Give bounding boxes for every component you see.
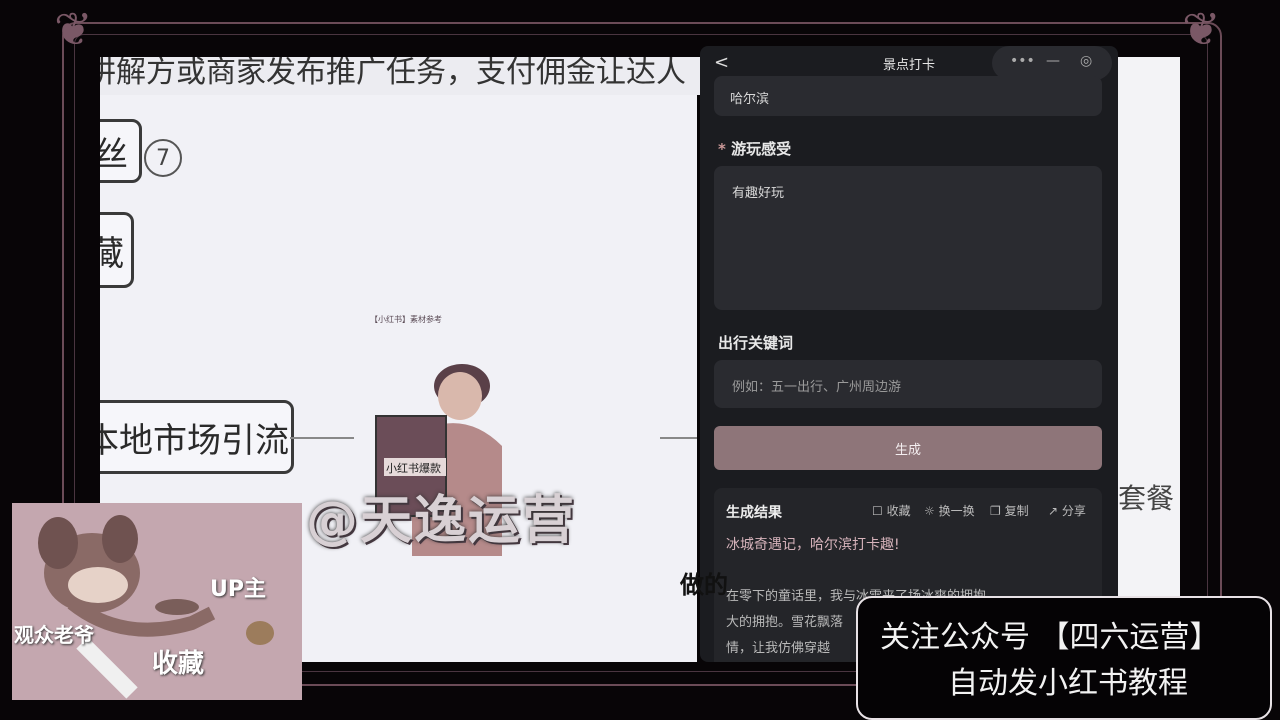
connector-line bbox=[290, 437, 354, 439]
generate-label: 生成 bbox=[894, 442, 921, 458]
frame-ornament-icon: ❦ bbox=[54, 2, 93, 56]
mini-program-window: < 景点打卡 ••• — ◎ 哈尔滨 * 游玩感受 有趣好玩 出行关键词 例如：… bbox=[700, 46, 1118, 662]
promo-line-2: 自动发小红书教程 bbox=[948, 666, 1188, 701]
keywords-label: 出行关键词 bbox=[718, 334, 794, 352]
feeling-label: 游玩感受 bbox=[731, 140, 792, 158]
subtitle-fragment: 做的 bbox=[680, 571, 728, 599]
channel-watermark: @天逸运营 bbox=[306, 491, 577, 551]
share-label: 分享 bbox=[1061, 504, 1086, 518]
node-label: 本地市场引流 bbox=[100, 420, 289, 461]
keywords-placeholder: 例如：五一出行、广州周边游 bbox=[732, 380, 902, 395]
city-field[interactable]: 哈尔滨 bbox=[714, 76, 1102, 116]
feeling-textarea[interactable]: 有趣好玩 bbox=[714, 166, 1102, 310]
mindmap-node-fans[interactable]: 丝 bbox=[100, 119, 142, 183]
result-title: 生成结果 bbox=[726, 505, 782, 521]
sticker-audience-label: 观众老爷 bbox=[14, 623, 94, 647]
frame-ornament-icon: ❦ bbox=[1182, 2, 1221, 56]
sticker-collect-label: 收藏 bbox=[152, 649, 205, 679]
favorite-button[interactable]: ☐ 收藏 bbox=[872, 502, 911, 519]
mindmap-right-edge: 套餐 bbox=[1118, 57, 1180, 662]
keywords-input[interactable]: 例如：五一出行、广州周边游 bbox=[714, 360, 1102, 408]
cartoon-sticker: UP主 观众老爷 收藏 bbox=[12, 503, 302, 700]
caption-text: 【小红书】素材参考 bbox=[370, 315, 442, 324]
minimize-icon[interactable]: — bbox=[1046, 53, 1060, 69]
top-node-text: 讲解方或商家发布推广任务，支付佣金让达人 bbox=[100, 57, 686, 90]
mindmap-top-node: 讲解方或商家发布推广任务，支付佣金让达人 bbox=[100, 57, 720, 95]
copy-button[interactable]: ❐ 复制 bbox=[990, 502, 1029, 519]
result-headline: 冰城奇遇记，哈尔滨打卡趣! bbox=[726, 537, 900, 553]
badge-number: 7 bbox=[156, 145, 170, 171]
illustration-caption: 【小红书】素材参考 bbox=[370, 314, 590, 325]
feeling-label-group: * 游玩感受 bbox=[718, 138, 791, 159]
feeling-value: 有趣好玩 bbox=[732, 186, 785, 201]
close-icon[interactable]: ◎ bbox=[1080, 53, 1092, 69]
node-label: 藏 bbox=[100, 233, 124, 274]
more-icon[interactable]: ••• bbox=[1010, 53, 1035, 69]
connector-line bbox=[660, 437, 697, 439]
city-value: 哈尔滨 bbox=[730, 92, 770, 107]
favorite-label: 收藏 bbox=[886, 504, 911, 518]
generate-button[interactable]: 生成 bbox=[714, 426, 1102, 470]
book-cover-title: 小红书爆款 bbox=[386, 461, 441, 475]
capsule-menu[interactable]: ••• — ◎ bbox=[992, 46, 1112, 80]
node-count-badge: 7 bbox=[144, 139, 182, 177]
refresh-label: 换一换 bbox=[938, 504, 975, 518]
refresh-button[interactable]: ☼ 换一换 bbox=[924, 502, 975, 519]
required-marker: * bbox=[718, 140, 726, 158]
mindmap-node-local[interactable]: 本地市场引流 bbox=[100, 400, 294, 474]
sticker-up-label: UP主 bbox=[210, 577, 266, 602]
copy-label: 复制 bbox=[1004, 504, 1029, 518]
share-button[interactable]: ↗ 分享 bbox=[1048, 502, 1086, 519]
promo-banner: 关注公众号 【四六运营】 自动发小红书教程 bbox=[856, 596, 1272, 720]
node-label: 丝 bbox=[100, 134, 128, 175]
promo-line-1: 关注公众号 【四六运营】 bbox=[880, 620, 1220, 655]
mindmap-node-collect[interactable]: 藏 bbox=[100, 212, 134, 288]
right-node-label: 套餐 bbox=[1118, 482, 1175, 515]
